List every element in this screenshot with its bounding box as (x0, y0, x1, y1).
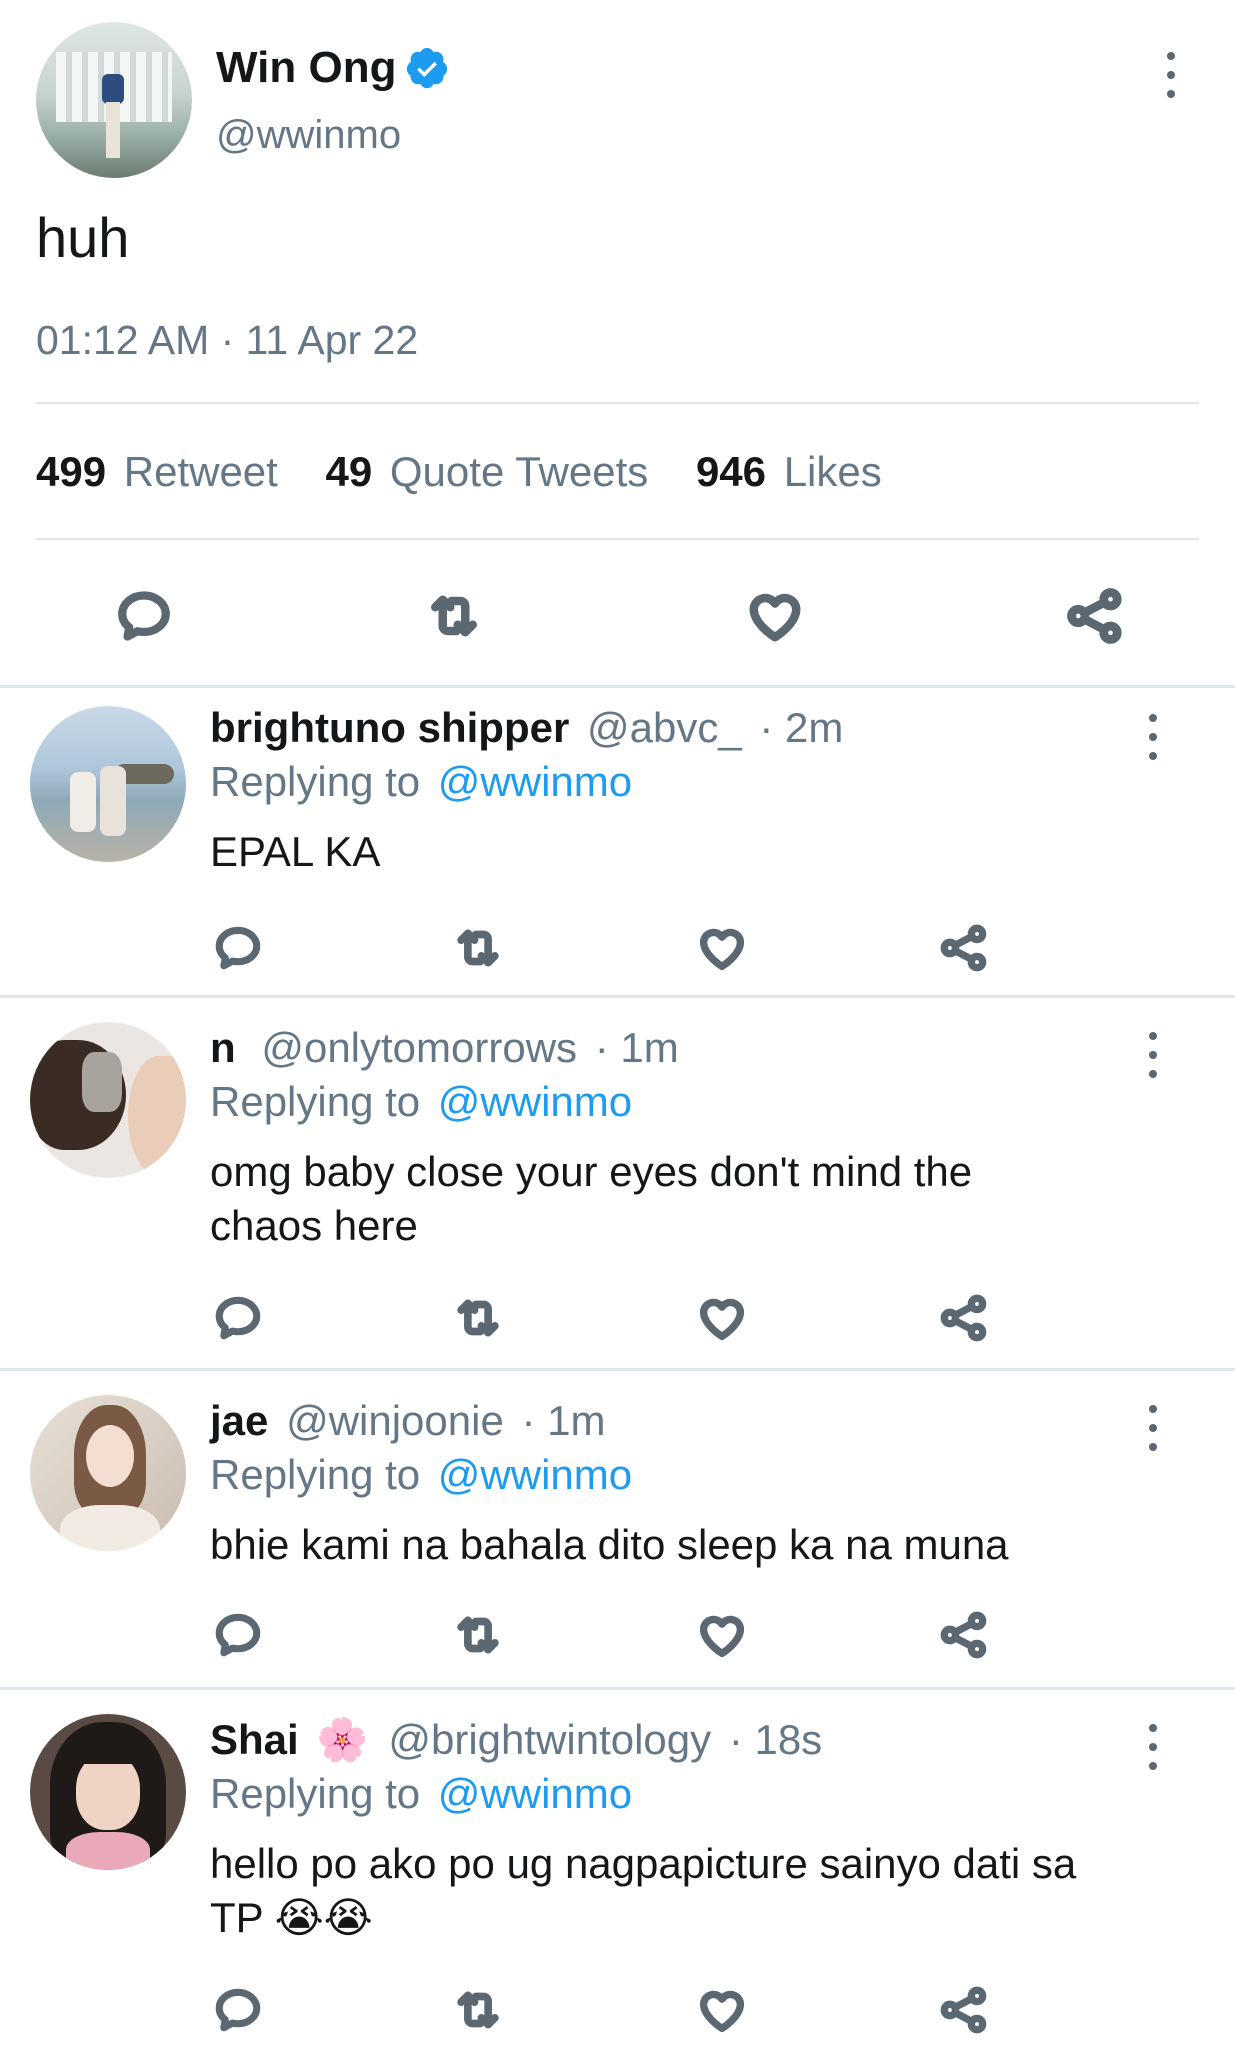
reply-text: bhie kami na bahala dito sleep ka na mun… (210, 1521, 1009, 1568)
retweets-stat[interactable]: 499 Retweet (36, 448, 290, 495)
reply-text: EPAL KA (210, 828, 381, 875)
reply-time: · 1m (594, 1024, 679, 1071)
quotes-count: 49 (325, 448, 373, 495)
more-vert-icon[interactable] (1143, 1724, 1163, 1770)
tweet-text: huh (36, 206, 130, 269)
reply-text-line-1: hello po ako po ug nagpapicture sainyo d… (210, 1840, 1077, 1887)
likes-stat[interactable]: 946 Likes (696, 448, 882, 495)
retweet-icon[interactable] (450, 1290, 506, 1346)
replying-to-label: Replying to (210, 1770, 421, 1817)
reply-icon[interactable] (210, 1290, 266, 1346)
like-icon[interactable] (694, 1607, 750, 1663)
reply-author-handle[interactable]: @abvc_ (587, 704, 742, 751)
reply-text-line-1: omg baby close your eyes don't mind the (210, 1148, 973, 1195)
retweet-icon[interactable] (424, 586, 484, 646)
likes-label: Likes (783, 448, 882, 495)
reply-item[interactable]: jae @winjoonie · 1m Replying to @wwinmo … (0, 1371, 1235, 1687)
replying-to-label: Replying to (210, 1078, 421, 1125)
divider (36, 538, 1199, 540)
reply-text-line-2: TP 😭😭 (210, 1894, 373, 1941)
share-icon[interactable] (936, 1982, 992, 2038)
reply-avatar[interactable] (30, 1395, 186, 1551)
more-vert-icon[interactable] (1161, 52, 1181, 98)
more-vert-icon[interactable] (1143, 1032, 1163, 1078)
more-vert-icon[interactable] (1143, 714, 1163, 760)
reply-icon[interactable] (210, 1607, 266, 1663)
reply-time: · 1m (521, 1397, 606, 1444)
reply-avatar[interactable] (30, 1714, 186, 1870)
verified-badge-icon (404, 45, 450, 91)
quotes-label: Quote Tweets (389, 448, 649, 495)
reply-icon[interactable] (210, 920, 266, 976)
reply-author-name[interactable]: n (210, 1024, 236, 1071)
retweet-icon[interactable] (450, 1982, 506, 2038)
reply-item[interactable]: brightuno shipper @abvc_ · 2m Replying t… (0, 688, 1235, 995)
author-name[interactable]: Win Ong (216, 43, 396, 93)
replying-to-handle[interactable]: @wwinmo (438, 758, 632, 805)
share-icon[interactable] (936, 1290, 992, 1346)
name-emoji: 🌸 (316, 1716, 369, 1763)
retweets-label: Retweet (123, 448, 278, 495)
tweet-timestamp: 01:12 AM · 11 Apr 22 (36, 317, 419, 363)
share-icon[interactable] (936, 1607, 992, 1663)
reply-icon[interactable] (210, 1982, 266, 2038)
reply-author-name[interactable]: Shai (210, 1716, 299, 1763)
replying-to-label: Replying to (210, 758, 421, 805)
reply-author-handle[interactable]: @winjoonie (286, 1397, 504, 1444)
more-vert-icon[interactable] (1143, 1405, 1163, 1451)
reply-author-handle[interactable]: @onlytomorrows (261, 1024, 577, 1071)
like-icon[interactable] (745, 586, 805, 646)
divider (36, 402, 1199, 404)
replying-to-handle[interactable]: @wwinmo (438, 1078, 632, 1125)
reply-text-line-2: chaos here (210, 1202, 418, 1249)
reply-time: · 2m (759, 704, 844, 751)
reply-avatar[interactable] (30, 706, 186, 862)
replying-to-handle[interactable]: @wwinmo (438, 1451, 632, 1498)
quotes-stat[interactable]: 49 Quote Tweets (326, 448, 660, 495)
reply-author-name[interactable]: brightuno shipper (210, 704, 569, 751)
replying-to-handle[interactable]: @wwinmo (438, 1770, 632, 1817)
like-icon[interactable] (694, 1290, 750, 1346)
like-icon[interactable] (694, 1982, 750, 2038)
tweet-stats: 499 Retweet 49 Quote Tweets 946 Likes (36, 448, 882, 496)
reply-item[interactable]: Shai 🌸 @brightwintology · 18s Replying t… (0, 1690, 1235, 2061)
reply-time: · 18s (728, 1716, 823, 1763)
reply-author-handle[interactable]: @brightwintology (388, 1716, 711, 1763)
reply-item[interactable]: n @onlytomorrows · 1m Replying to @wwinm… (0, 998, 1235, 1368)
share-icon[interactable] (936, 920, 992, 976)
share-icon[interactable] (1063, 584, 1127, 648)
like-icon[interactable] (694, 920, 750, 976)
retweets-count: 499 (36, 448, 107, 495)
author-avatar[interactable] (36, 22, 192, 178)
author-handle[interactable]: @wwinmo (216, 112, 401, 158)
reply-author-name[interactable]: jae (210, 1397, 268, 1444)
reply-avatar[interactable] (30, 1022, 186, 1178)
retweet-icon[interactable] (450, 920, 506, 976)
replying-to-label: Replying to (210, 1451, 421, 1498)
reply-icon[interactable] (114, 586, 174, 646)
likes-count: 946 (695, 448, 767, 495)
retweet-icon[interactable] (450, 1607, 506, 1663)
